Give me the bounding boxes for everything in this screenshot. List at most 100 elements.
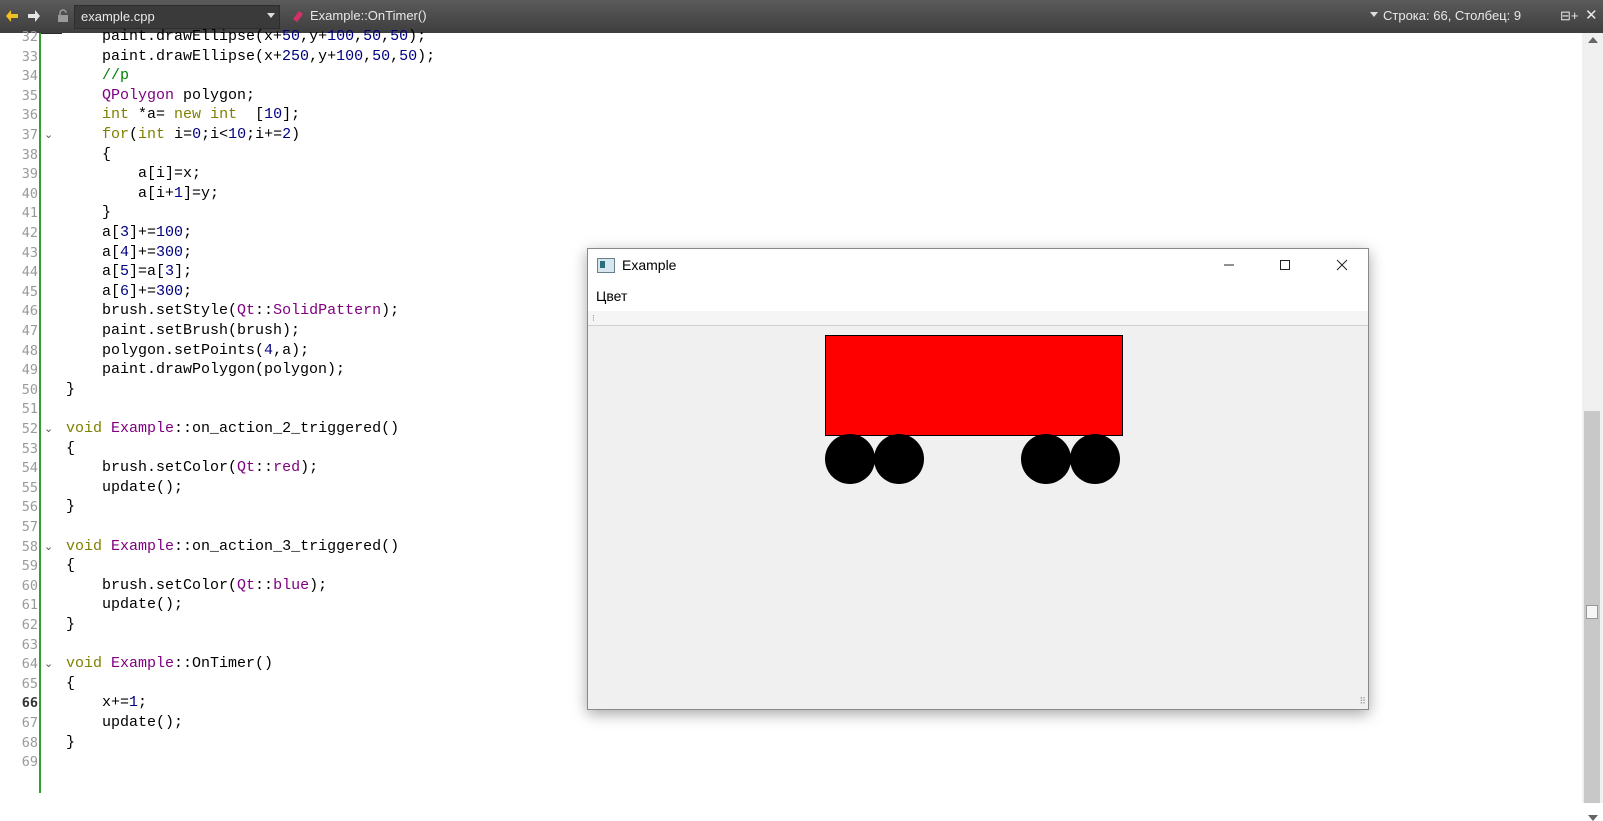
wheel — [874, 434, 924, 484]
menu-color[interactable]: Цвет — [596, 288, 627, 304]
code-line[interactable]: } — [66, 733, 75, 753]
code-line[interactable]: brush.setStyle(Qt::SolidPattern); — [66, 301, 399, 321]
code-line[interactable]: { — [66, 145, 111, 165]
line-number: 38 — [21, 146, 38, 163]
menu-bar: Цвет — [588, 281, 1368, 311]
code-line[interactable]: paint.drawEllipse(x+250,y+100,50,50); — [66, 47, 435, 67]
code-line[interactable]: update(); — [66, 713, 183, 733]
code-line[interactable]: } — [66, 203, 111, 223]
code-line[interactable]: int *a= new int [10]; — [66, 105, 300, 125]
line-number: 45 — [21, 283, 38, 300]
line-number: 44 — [21, 264, 38, 281]
window-title: Example — [622, 257, 677, 273]
line-number: 37 — [21, 127, 38, 143]
code-line[interactable]: //p — [66, 66, 129, 86]
code-line[interactable]: paint.setBrush(brush); — [66, 321, 300, 341]
code-line[interactable]: brush.setColor(Qt::red); — [66, 458, 318, 478]
line-number: 64 — [21, 656, 38, 673]
line-number: 60 — [21, 577, 38, 594]
code-line[interactable]: QPolygon polygon; — [66, 86, 255, 106]
line-number: 53 — [21, 440, 38, 457]
code-line[interactable]: brush.setColor(Qt::blue); — [66, 576, 327, 596]
symbol-selector[interactable]: Example::OnTimer() — [288, 5, 1378, 27]
fold-chevron-icon[interactable]: ⌄ — [44, 128, 56, 141]
window-titlebar[interactable]: Example — [588, 249, 1368, 281]
change-marker-bar — [39, 33, 41, 793]
file-selector[interactable]: example.cpp — [74, 5, 280, 29]
split-icon[interactable]: ⊟+ — [1560, 8, 1578, 24]
line-number: 69 — [21, 754, 38, 771]
code-line[interactable]: polygon.setPoints(4,a); — [66, 341, 309, 361]
lock-icon — [56, 7, 70, 25]
wagon-body — [825, 335, 1123, 436]
back-arrow-icon[interactable] — [4, 7, 20, 25]
vertical-scrollbar[interactable] — [1582, 33, 1603, 821]
line-number: 47 — [21, 323, 38, 339]
code-line[interactable]: { — [66, 556, 75, 576]
window-icon — [597, 258, 615, 273]
code-line[interactable]: x+=1; — [66, 693, 147, 713]
example-app-window[interactable]: Example Цвет ⁝ ⠿ — [587, 248, 1369, 710]
code-line[interactable]: for(int i=0;i<10;i+=2) — [66, 125, 300, 145]
code-line[interactable]: paint.drawEllipse(x+50,y+100,50,50); — [66, 27, 426, 47]
line-number: 68 — [21, 734, 38, 751]
code-line[interactable]: void Example::on_action_2_triggered() — [66, 419, 399, 439]
resize-grip-icon[interactable]: ⠿ — [1359, 696, 1366, 707]
code-line[interactable]: } — [66, 497, 75, 517]
line-number: 50 — [21, 381, 38, 398]
code-line[interactable]: } — [66, 380, 75, 400]
code-line[interactable]: a[6]+=300; — [66, 282, 192, 302]
line-number: 32 — [21, 29, 38, 45]
line-number: 40 — [21, 185, 38, 202]
code-line[interactable]: { — [66, 439, 75, 459]
chevron-down-icon — [267, 13, 275, 18]
code-line[interactable]: void Example::OnTimer() — [66, 654, 273, 674]
chevron-down-icon — [1370, 12, 1378, 17]
code-line[interactable]: update(); — [66, 595, 183, 615]
line-number: 33 — [21, 48, 38, 65]
fold-chevron-icon[interactable]: ⌄ — [44, 657, 56, 670]
line-number: 63 — [21, 636, 38, 653]
code-line[interactable]: } — [66, 615, 75, 635]
fold-chevron-icon[interactable]: ⌄ — [44, 422, 56, 435]
line-number: 48 — [21, 342, 38, 359]
maximize-icon[interactable] — [1262, 249, 1308, 281]
code-line[interactable]: void Example::on_action_3_triggered() — [66, 537, 399, 557]
code-line[interactable]: a[i]=x; — [66, 164, 201, 184]
code-line[interactable]: { — [66, 674, 75, 694]
line-number: 36 — [21, 107, 38, 124]
line-number: 66 — [21, 695, 38, 712]
line-number: 51 — [21, 401, 38, 418]
code-line[interactable]: a[4]+=300; — [66, 243, 192, 263]
minimize-icon[interactable] — [1206, 249, 1252, 281]
toolbar-grip-icon[interactable]: ⁝ — [592, 313, 595, 324]
symbol-name: Example::OnTimer() — [310, 8, 427, 23]
fold-chevron-icon[interactable]: ⌄ — [44, 540, 56, 553]
line-number: 34 — [21, 68, 38, 85]
line-number: 52 — [21, 421, 38, 437]
line-number: 56 — [21, 499, 38, 516]
line-number: 39 — [21, 166, 38, 183]
close-icon[interactable] — [1319, 249, 1365, 281]
line-number: 55 — [21, 479, 38, 496]
code-line[interactable]: update(); — [66, 478, 183, 498]
code-line[interactable]: a[5]=a[3]; — [66, 262, 192, 282]
scroll-grip-icon — [1586, 605, 1598, 619]
scroll-down-icon[interactable] — [1588, 815, 1598, 821]
line-number: 54 — [21, 460, 38, 477]
file-name: example.cpp — [81, 9, 155, 24]
function-icon — [290, 7, 306, 25]
scroll-up-icon[interactable] — [1588, 37, 1598, 43]
line-number: 58 — [21, 538, 38, 555]
wheel — [825, 434, 875, 484]
app-toolbar: ⁝ — [588, 311, 1368, 326]
forward-arrow-icon[interactable] — [26, 7, 42, 25]
close-icon[interactable]: ✕ — [1585, 6, 1598, 24]
line-number: 49 — [21, 362, 38, 379]
code-line[interactable]: a[i+1]=y; — [66, 184, 219, 204]
code-line[interactable]: a[3]+=100; — [66, 223, 192, 243]
line-number: 46 — [21, 303, 38, 320]
code-line[interactable]: paint.drawPolygon(polygon); — [66, 360, 345, 380]
line-number-gutter: 32 33 34 35 36 37 38 39 40 41 42 43 44 45 46 47 48 49 50 51… — [0, 29, 40, 803]
line-number: 62 — [21, 617, 38, 633]
